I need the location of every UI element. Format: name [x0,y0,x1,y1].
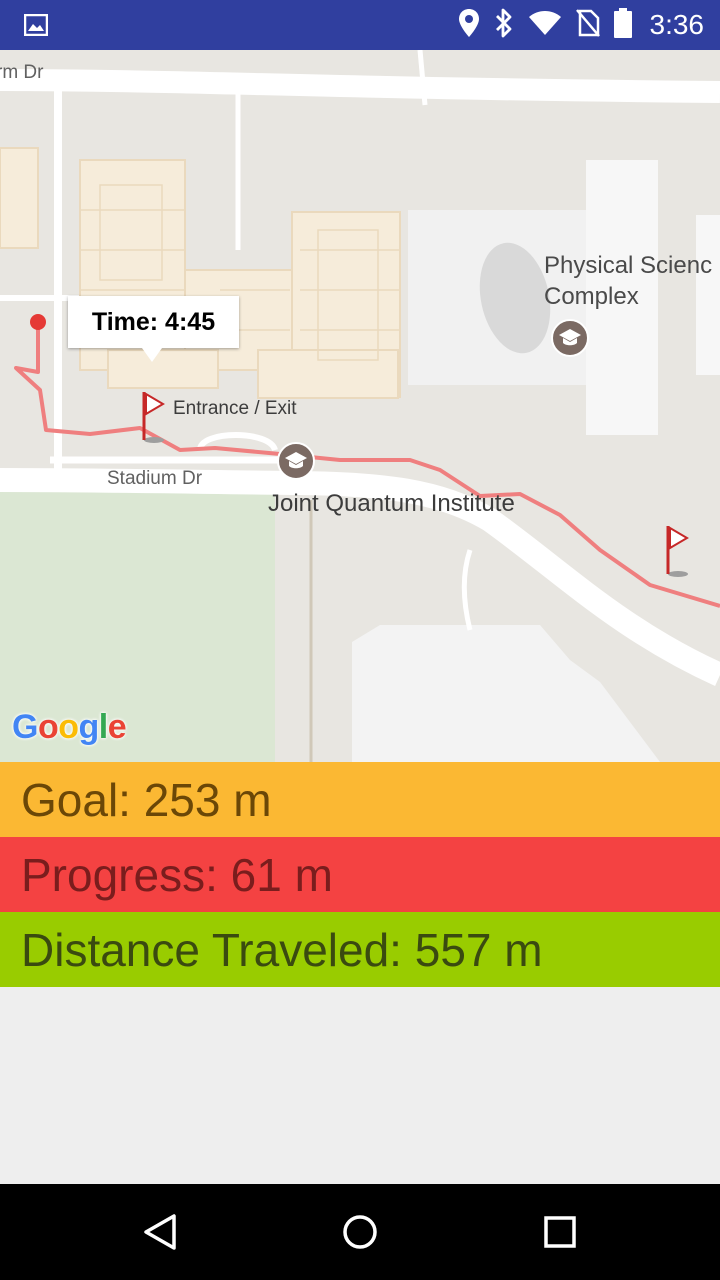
info-window-tail [142,348,162,362]
road-label-farm-dr: rm Dr [0,62,44,83]
back-button[interactable] [136,1208,184,1256]
wifi-icon [528,10,562,41]
map-canvas [0,50,720,762]
bluetooth-icon [494,8,514,43]
battery-icon [613,7,632,43]
no-sim-icon [575,8,600,42]
map-view[interactable]: rm Dr Stadium Dr Entrance / Exit Physica… [0,50,720,762]
goal-text: Goal: 253 m [21,773,272,826]
jqi-label[interactable]: Joint Quantum Institute [268,490,515,518]
distance-text: Distance Traveled: 557 m [21,923,543,976]
status-time: 3:36 [649,9,705,40]
home-button[interactable] [336,1208,384,1256]
back-icon [144,1214,176,1250]
education-poi-icon[interactable] [551,319,589,357]
navigation-bar [0,1184,720,1280]
farm-dr-road [0,69,720,103]
education-poi-icon[interactable] [277,442,315,480]
image-icon [23,13,49,41]
progress-text: Progress: 61 m [21,848,333,901]
graduation-cap-icon [285,452,307,469]
status-icons: 3:36 [458,0,705,50]
goal-stat: Goal: 253 m [0,762,720,837]
recents-icon [544,1216,576,1248]
status-bar: 3:36 [0,0,720,50]
marker-info-window[interactable]: Time: 4:45 [68,296,239,362]
psc-label-line2: Complex [544,283,639,310]
psc-label-line1: Physical Scienc [544,252,713,279]
home-icon [343,1215,377,1249]
road-label-stadium-dr: Stadium Dr [107,468,203,489]
psc-label[interactable]: Physical Scienc Complex [544,250,712,312]
progress-stat: Progress: 61 m [0,837,720,912]
entrance-label: Entrance / Exit [173,398,297,419]
current-location-marker [30,314,46,330]
info-window-time: Time: 4:45 [91,307,216,336]
location-icon [458,8,480,43]
graduation-cap-icon [559,329,581,346]
distance-stat: Distance Traveled: 557 m [0,912,720,987]
google-logo: Google [12,708,127,746]
recents-button[interactable] [536,1208,584,1256]
